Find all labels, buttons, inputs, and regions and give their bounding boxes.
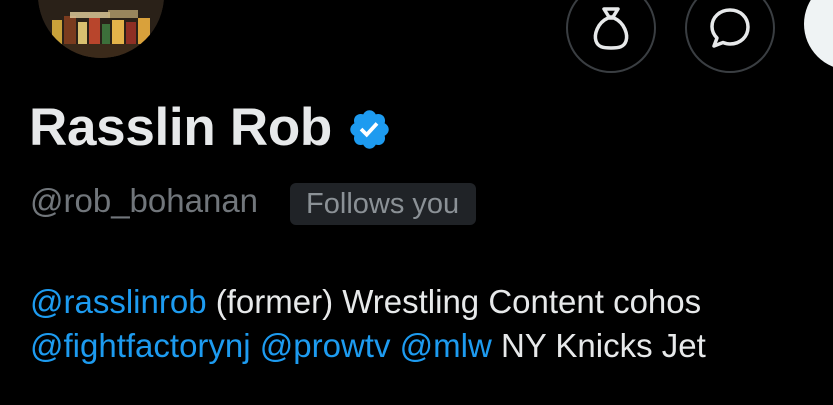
bio-text: NY Knicks Jet	[491, 327, 706, 364]
bio-text	[251, 327, 260, 364]
avatar-image	[38, 0, 164, 58]
display-name: Rasslin Rob	[29, 98, 332, 157]
follows-you-badge: Follows you	[290, 183, 477, 225]
profile-header: Rasslin Rob @rob_bohanan Follows you @ra…	[0, 0, 833, 405]
handle-row: @rob_bohanan Follows you	[30, 176, 477, 225]
mention-link[interactable]: @prowtv	[260, 327, 391, 364]
bio: @rasslinrob (former) Wrestling Content c…	[30, 280, 833, 368]
name-row: Rasslin Rob	[29, 95, 392, 161]
mention-link[interactable]: @mlw	[400, 327, 492, 364]
avatar[interactable]	[38, 0, 164, 58]
follow-button[interactable]	[804, 0, 833, 70]
message-button[interactable]	[685, 0, 775, 73]
mention-link[interactable]: @fightfactorynj	[30, 327, 251, 364]
bio-text: (former) Wrestling Content cohos	[206, 283, 702, 320]
bio-text	[390, 327, 399, 364]
tip-button[interactable]	[566, 0, 656, 73]
mention-link[interactable]: @rasslinrob	[30, 283, 207, 320]
money-bag-icon	[593, 7, 629, 50]
message-bubble-icon	[710, 8, 750, 48]
handle: @rob_bohanan	[30, 181, 259, 219]
verified-badge-icon	[350, 109, 389, 149]
bio-line-2: @fightfactorynj @prowtv @mlw NY Knicks J…	[30, 324, 833, 368]
bio-line-1: @rasslinrob (former) Wrestling Content c…	[30, 280, 833, 324]
